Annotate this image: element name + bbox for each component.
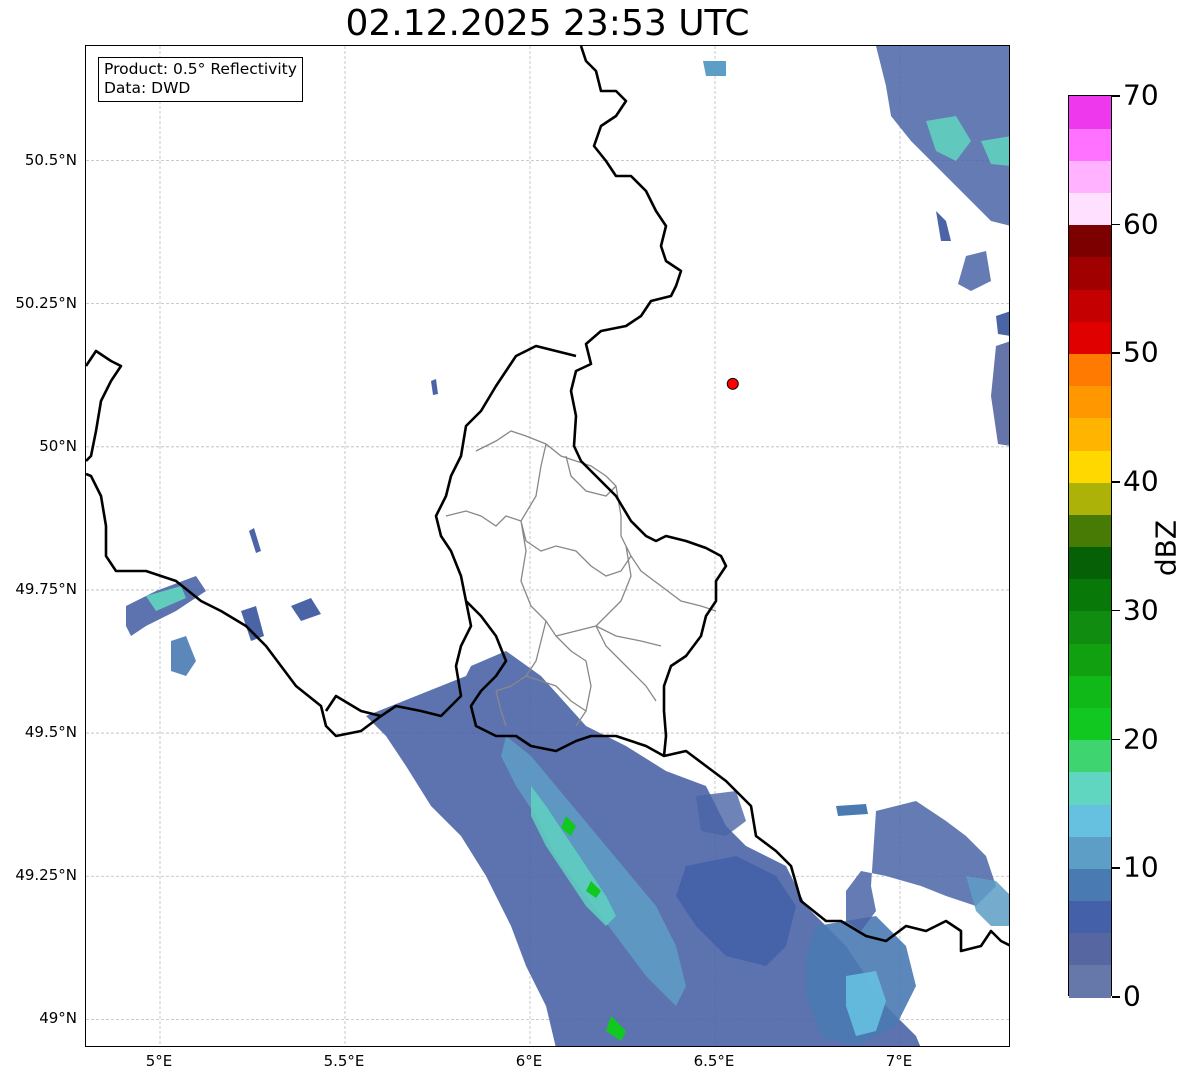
colorbar-tick-label-5: 50 bbox=[1123, 335, 1159, 369]
map-title: 02.12.2025 23:53 UTC bbox=[345, 3, 750, 44]
info-box: Product: 0.5° Reflectivity Data: DWD bbox=[98, 57, 303, 102]
y-tick-label-2: 49.5°N bbox=[24, 723, 77, 742]
y-tick-label-1: 49.25°N bbox=[15, 866, 77, 885]
x-tick-label-1: 5.5°E bbox=[323, 1052, 365, 1070]
colorbar-title: dBZ bbox=[1149, 519, 1183, 577]
echo-band-south bbox=[366, 651, 921, 1046]
colorbar-segment-16 bbox=[1069, 449, 1111, 483]
colorbar-segment-2 bbox=[1069, 900, 1111, 934]
colorbar-segment-21 bbox=[1069, 289, 1111, 322]
y-tick-label-0: 49°N bbox=[39, 1009, 77, 1028]
colorbar-segment-14 bbox=[1069, 514, 1111, 548]
x-tick-label-2: 6°E bbox=[515, 1052, 543, 1070]
radar-echoes bbox=[126, 46, 1009, 1046]
data-source-label: Data: DWD bbox=[104, 79, 191, 97]
colorbar-tick-label-0: 0 bbox=[1123, 979, 1141, 1013]
colorbar-tick-label-6: 60 bbox=[1123, 207, 1159, 241]
y-tick-label-5: 50.25°N bbox=[15, 293, 77, 312]
colorbar-segment-25 bbox=[1069, 160, 1111, 194]
colorbar-tick-0 bbox=[1112, 996, 1120, 998]
colorbar-tick-2 bbox=[1112, 738, 1120, 741]
y-tick-label-6: 50.5°N bbox=[24, 150, 77, 169]
y-tick-label-4: 50°N bbox=[39, 436, 77, 455]
x-tick-label-4: 7°E bbox=[885, 1052, 913, 1070]
colorbar-segment-24 bbox=[1069, 192, 1111, 226]
colorbar-segment-5 bbox=[1069, 803, 1111, 837]
colorbar bbox=[1068, 95, 1112, 998]
colorbar-segment-22 bbox=[1069, 256, 1111, 290]
x-tick-label-0: 5°E bbox=[145, 1052, 173, 1070]
colorbar-segment-0 bbox=[1069, 964, 1111, 998]
colorbar-segment-4 bbox=[1069, 836, 1111, 869]
echo-band-west bbox=[126, 379, 438, 676]
colorbar-segment-17 bbox=[1069, 417, 1111, 451]
x-tick-label-3: 6.5°E bbox=[693, 1052, 735, 1070]
echo-band-northeast bbox=[703, 46, 1009, 446]
colorbar-segment-27 bbox=[1069, 96, 1111, 129]
colorbar-tick-label-4: 40 bbox=[1123, 464, 1159, 498]
colorbar-segment-6 bbox=[1069, 771, 1111, 805]
colorbar-segment-15 bbox=[1069, 482, 1111, 515]
colorbar-segment-9 bbox=[1069, 675, 1111, 708]
y-tick-label-3: 49.75°N bbox=[15, 579, 77, 598]
colorbar-segment-3 bbox=[1069, 868, 1111, 902]
colorbar-tick-4 bbox=[1112, 481, 1120, 483]
colorbar-tick-label-7: 70 bbox=[1123, 78, 1159, 112]
colorbar-tick-label-3: 30 bbox=[1123, 593, 1159, 627]
colorbar-segment-18 bbox=[1069, 385, 1111, 419]
colorbar-segment-11 bbox=[1069, 610, 1111, 644]
map-canvas bbox=[86, 46, 1009, 1046]
colorbar-tick-7 bbox=[1112, 95, 1120, 97]
colorbar-tick-label-1: 10 bbox=[1123, 850, 1159, 884]
colorbar-segment-7 bbox=[1069, 739, 1111, 773]
colorbar-segment-23 bbox=[1069, 224, 1111, 258]
colorbar-segment-13 bbox=[1069, 546, 1111, 580]
colorbar-segment-8 bbox=[1069, 707, 1111, 741]
product-label: Product: 0.5° Reflectivity bbox=[104, 60, 297, 78]
colorbar-segment-20 bbox=[1069, 321, 1111, 355]
colorbar-segment-26 bbox=[1069, 128, 1111, 161]
colorbar-segment-1 bbox=[1069, 932, 1111, 966]
colorbar-tick-5 bbox=[1112, 352, 1120, 354]
colorbar-tick-1 bbox=[1112, 867, 1120, 869]
colorbar-segment-10 bbox=[1069, 643, 1111, 676]
radar-map[interactable] bbox=[85, 45, 1010, 1047]
colorbar-tick-label-2: 20 bbox=[1123, 722, 1159, 756]
colorbar-segment-12 bbox=[1069, 578, 1111, 612]
radar-site-marker[interactable] bbox=[726, 377, 739, 390]
colorbar-segment-19 bbox=[1069, 353, 1111, 387]
colorbar-tick-6 bbox=[1112, 223, 1120, 226]
colorbar-tick-3 bbox=[1112, 609, 1120, 612]
